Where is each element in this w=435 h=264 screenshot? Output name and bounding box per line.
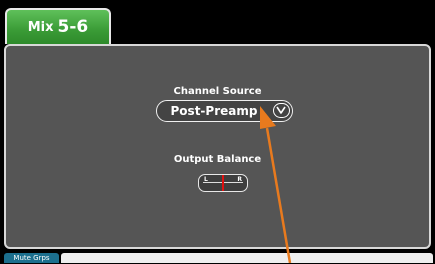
mix-tab-number: 5-6 [57, 17, 89, 37]
chevron-down-icon[interactable] [273, 103, 290, 118]
channel-source-select[interactable]: Post-Preamp [156, 100, 293, 122]
channel-source-value: Post-Preamp [170, 104, 258, 118]
output-balance-label: Output Balance [173, 154, 262, 165]
output-balance-control[interactable]: L R [198, 174, 248, 192]
mix-tab-label: Mix [27, 19, 54, 35]
mute-groups-tab[interactable]: Mute Grps [4, 253, 59, 263]
balance-marker[interactable] [222, 175, 224, 191]
bottom-bar-field [61, 253, 433, 263]
mix-settings-panel: Channel Source Post-Preamp Output Balanc… [4, 44, 431, 249]
channel-source-label: Channel Source [173, 86, 262, 97]
mix-tab[interactable]: Mix 5-6 [5, 8, 111, 44]
bottom-tab-strip: Mute Grps [0, 249, 435, 263]
